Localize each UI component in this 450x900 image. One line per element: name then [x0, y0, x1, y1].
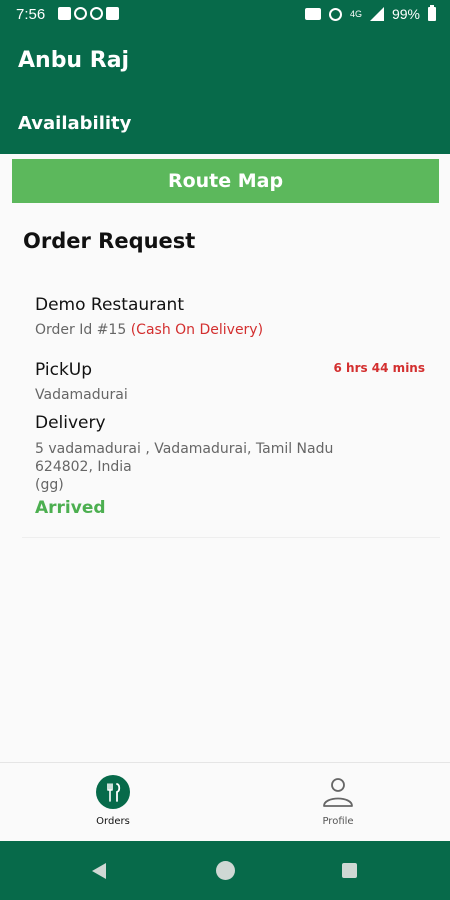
status-time: 7:56 — [16, 6, 46, 23]
system-navigation-bar — [0, 841, 450, 900]
availability-toggle[interactable]: Availability — [18, 113, 131, 134]
back-icon[interactable] — [92, 863, 106, 879]
nav-orders-label: Orders — [96, 816, 130, 827]
battery-icon — [428, 5, 436, 21]
delivery-address-block: 5 vadamadurai , Vadamadurai, Tamil Nadu … — [35, 440, 375, 494]
app-notification-icon — [106, 7, 119, 20]
order-id-line: Order Id #15 (Cash On Delivery) — [35, 322, 263, 338]
user-name: Anbu Raj — [18, 48, 130, 73]
hotspot-icon — [328, 7, 342, 21]
skype-notification-icon — [74, 7, 87, 20]
section-title: Order Request — [23, 229, 196, 253]
pickup-location: Vadamadurai — [35, 387, 128, 403]
recent-apps-icon[interactable] — [342, 863, 357, 878]
person-icon — [321, 775, 355, 809]
nav-profile[interactable]: Profile — [288, 775, 388, 827]
order-id: Order Id #15 — [35, 322, 127, 338]
route-map-button[interactable]: Route Map — [12, 159, 439, 203]
bottom-navigation: Orders Profile — [0, 762, 450, 842]
home-icon[interactable] — [216, 861, 235, 880]
delivery-address: 5 vadamadurai , Vadamadurai, Tamil Nadu … — [35, 441, 334, 475]
delivery-note: (gg) — [35, 477, 64, 493]
payment-method: (Cash On Delivery) — [130, 322, 264, 338]
nav-profile-label: Profile — [322, 816, 354, 827]
pickup-label: PickUp — [35, 360, 93, 380]
restaurant-name: Demo Restaurant — [35, 295, 184, 315]
system-icons: 4G 99% — [304, 5, 436, 22]
app-header: Anbu Raj Availability — [0, 30, 450, 154]
image-notification-icon — [58, 7, 71, 20]
nav-orders[interactable]: Orders — [63, 775, 163, 827]
time-remaining: 6 hrs 44 mins — [333, 361, 426, 375]
battery-percent: 99% — [391, 6, 420, 22]
notification-icons — [58, 7, 119, 20]
network-type-label: 4G — [349, 9, 362, 19]
order-status: Arrived — [35, 498, 106, 518]
delivery-label: Delivery — [35, 413, 106, 433]
order-card[interactable]: Demo Restaurant Order Id #15 (Cash On De… — [22, 282, 440, 538]
volte-icon — [304, 8, 321, 20]
cutlery-icon — [96, 775, 130, 809]
signal-icon — [369, 7, 384, 21]
status-bar: 7:56 4G 99% — [0, 0, 450, 30]
hotspot-notification-icon — [90, 7, 103, 20]
